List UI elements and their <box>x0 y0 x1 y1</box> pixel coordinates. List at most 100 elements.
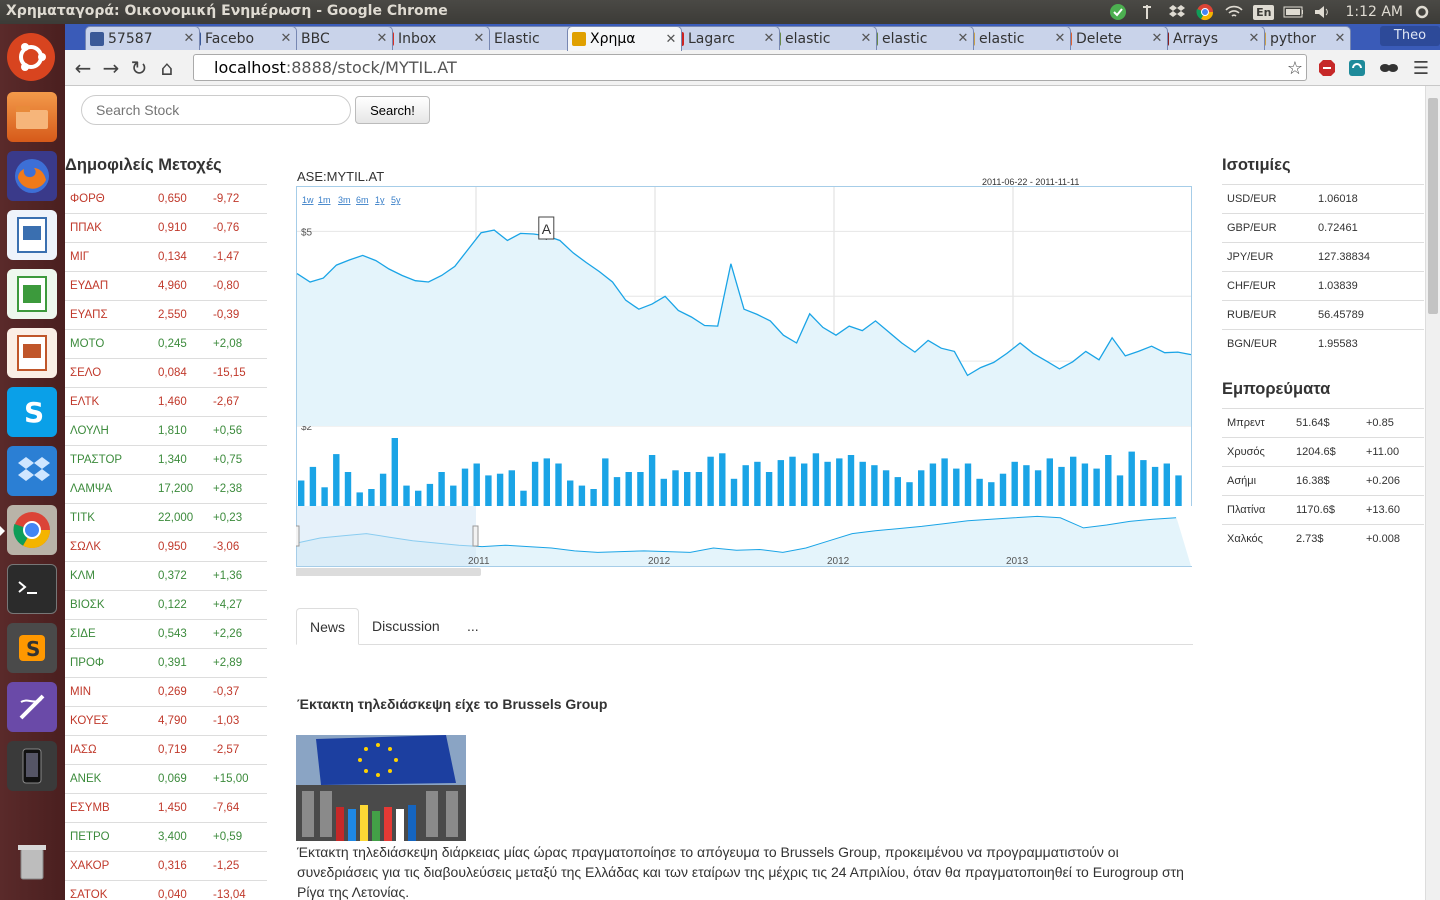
calc-icon[interactable] <box>7 269 57 319</box>
stock-row[interactable]: ΕΛΤΚ 1,460 -2,67 <box>65 387 267 416</box>
profile-button[interactable]: Theo <box>1380 26 1440 46</box>
stock-name[interactable]: ΣΑΤΟΚ <box>70 889 107 900</box>
stock-name[interactable]: ΚΛΜ <box>70 570 95 582</box>
trash-icon[interactable] <box>7 836 57 886</box>
stock-name[interactable]: ΤΡΑΣΤΟΡ <box>70 454 122 466</box>
navigator-selection[interactable] <box>297 506 476 566</box>
tab-close-icon[interactable]: ✕ <box>665 32 677 47</box>
stock-row[interactable]: ΣΙΔΕ 0,543 +2,26 <box>65 619 267 648</box>
phone-device-icon[interactable] <box>7 741 57 791</box>
tab-close-icon[interactable]: ✕ <box>957 31 969 46</box>
stock-row[interactable]: ΒΙΟΣΚ 0,122 +4,27 <box>65 590 267 619</box>
stock-row[interactable]: ΠΡΟΦ 0,391 +2,89 <box>65 648 267 677</box>
stock-name[interactable]: ΙΑΣΩ <box>70 744 97 756</box>
stock-row[interactable]: ΜΙΝ 0,269 -0,37 <box>65 677 267 706</box>
stock-row[interactable]: ΜΟΤΟ 0,245 +2,08 <box>65 329 267 358</box>
tab-news[interactable]: News <box>296 608 360 645</box>
range-button-1m[interactable]: 1m <box>318 195 331 205</box>
stock-name[interactable]: ΕΥΔΑΠ <box>70 280 108 292</box>
search-stock-input[interactable] <box>81 95 351 125</box>
stock-row[interactable]: ΕΥΑΠΣ 2,550 -0,39 <box>65 300 267 329</box>
browser-tab[interactable]: 57587 ✕ <box>85 26 200 50</box>
stock-row[interactable]: ΜΙΓ 0,134 -1,47 <box>65 242 267 271</box>
home-icon[interactable]: ⌂ <box>155 56 179 80</box>
tab-close-icon[interactable]: ✕ <box>763 31 775 46</box>
stock-name[interactable]: ΣΕΛΟ <box>70 367 101 379</box>
tab-close-icon[interactable]: ✕ <box>183 31 195 46</box>
stock-row[interactable]: ΤΡΑΣΤΟΡ 1,340 +0,75 <box>65 445 267 474</box>
wifi-icon[interactable] <box>1224 2 1244 22</box>
tab-close-icon[interactable]: ✕ <box>280 31 292 46</box>
stock-name[interactable]: ΠΕΤΡΟ <box>70 831 110 843</box>
stock-name[interactable]: ΛΟΥΛΗ <box>70 425 109 437</box>
stock-row[interactable]: ΣΩΛΚ 0,950 -3,06 <box>65 532 267 561</box>
stock-name[interactable]: ΤΙΤΚ <box>70 512 95 524</box>
clock[interactable]: 1:12 AM <box>1345 4 1403 20</box>
stock-name[interactable]: ΑΝΕΚ <box>70 773 101 785</box>
stock-name[interactable]: ΧΑΚΟΡ <box>70 860 109 872</box>
stock-name[interactable]: ΒΙΟΣΚ <box>70 599 105 611</box>
forward-icon[interactable]: → <box>99 56 123 80</box>
tab-close-icon[interactable]: ✕ <box>1248 31 1260 46</box>
files-icon[interactable] <box>7 92 57 142</box>
stock-name[interactable]: ΣΙΔΕ <box>70 628 96 640</box>
page-scrollbar[interactable] <box>1425 86 1440 900</box>
stock-name[interactable]: ΕΥΑΠΣ <box>70 309 108 321</box>
sync-check-icon[interactable] <box>1108 2 1128 22</box>
menu-icon[interactable]: ☰ <box>1409 56 1433 80</box>
stock-name[interactable]: ΜΙΝ <box>70 686 91 698</box>
navigator-handle-right[interactable] <box>472 525 479 547</box>
tab-close-icon[interactable]: ✕ <box>473 31 485 46</box>
stock-row[interactable]: ΕΣΥΜΒ 1,450 -7,64 <box>65 793 267 822</box>
stock-row[interactable]: ΦΟΡΘ 0,650 -9,72 <box>65 184 267 213</box>
stock-row[interactable]: ΑΝΕΚ 0,069 +15,00 <box>65 764 267 793</box>
address-bar[interactable]: localhost:8888/stock/MYTIL.AT <box>193 54 1307 81</box>
dropbox-icon[interactable] <box>7 446 57 496</box>
extension-icon[interactable] <box>1345 56 1369 80</box>
battery-icon[interactable] <box>1283 2 1304 22</box>
range-button-1y[interactable]: 1y <box>375 195 385 205</box>
stock-row[interactable]: ΠΠΑΚ 0,910 -0,76 <box>65 213 267 242</box>
stock-name[interactable]: ΠΡΟΦ <box>70 657 104 669</box>
stock-name[interactable]: ΠΠΑΚ <box>70 222 102 234</box>
incognito-mask-icon[interactable] <box>1377 56 1401 80</box>
stock-name[interactable]: ΜΙΓ <box>70 251 89 263</box>
ubuntu-dash-icon[interactable] <box>7 33 55 81</box>
writer-icon[interactable] <box>7 210 57 260</box>
stock-chart[interactable]: ASE:MYTIL.AT 2011-06-22 - 2011-11-11 1w 1m 3… <box>293 166 1196 576</box>
firefox-icon[interactable] <box>7 151 57 201</box>
editor-icon[interactable] <box>7 682 57 732</box>
tab-discussion[interactable]: Discussion <box>359 608 453 645</box>
stock-name[interactable]: ΕΣΥΜΒ <box>70 802 110 814</box>
stock-name[interactable]: ΚΟΥΕΣ <box>70 715 108 727</box>
stock-name[interactable]: ΣΩΛΚ <box>70 541 101 553</box>
wrench-icon[interactable] <box>1137 2 1157 22</box>
terminal-icon[interactable] <box>7 564 57 614</box>
scrollbar-thumb[interactable] <box>1428 98 1438 314</box>
stock-row[interactable]: ΤΙΤΚ 22,000 +0,23 <box>65 503 267 532</box>
back-icon[interactable]: ← <box>71 56 95 80</box>
chrome-icon[interactable] <box>0 505 57 555</box>
tab-close-icon[interactable]: ✕ <box>1151 31 1163 46</box>
stock-row[interactable]: ΠΕΤΡΟ 3,400 +0,59 <box>65 822 267 851</box>
impress-icon[interactable] <box>7 328 57 378</box>
stock-row[interactable]: ΙΑΣΩ 0,719 -2,57 <box>65 735 267 764</box>
browser-tab[interactable]: Lagarc ✕ <box>665 26 780 50</box>
keyboard-layout-indicator[interactable]: En <box>1253 4 1275 20</box>
bookmark-star-icon[interactable]: ☆ <box>1283 56 1307 80</box>
stock-row[interactable]: ΧΑΚΟΡ 0,316 -1,25 <box>65 851 267 880</box>
tab-close-icon[interactable]: ✕ <box>860 31 872 46</box>
tab-close-icon[interactable]: ✕ <box>1334 31 1346 46</box>
navigator-handle-left[interactable] <box>293 525 300 547</box>
news-image-eu-flags[interactable] <box>296 735 466 841</box>
stock-name[interactable]: ΕΛΤΚ <box>70 396 99 408</box>
search-button[interactable]: Search! <box>355 96 430 124</box>
stock-name[interactable]: ΜΟΤΟ <box>70 338 104 350</box>
stock-row[interactable]: ΣΑΤΟΚ 0,040 -13,04 <box>65 880 267 900</box>
browser-tab[interactable]: Χρημα ✕ <box>567 26 682 51</box>
volume-icon[interactable] <box>1312 2 1332 22</box>
navigator-scrollbar[interactable] <box>293 568 481 576</box>
chrome-tray-icon[interactable] <box>1195 2 1215 22</box>
stock-row[interactable]: ΚΟΥΕΣ 4,790 -1,03 <box>65 706 267 735</box>
news-headline[interactable]: Έκτακτη τηλεδιάσκεψη είχε το Brussels Gr… <box>297 696 607 712</box>
